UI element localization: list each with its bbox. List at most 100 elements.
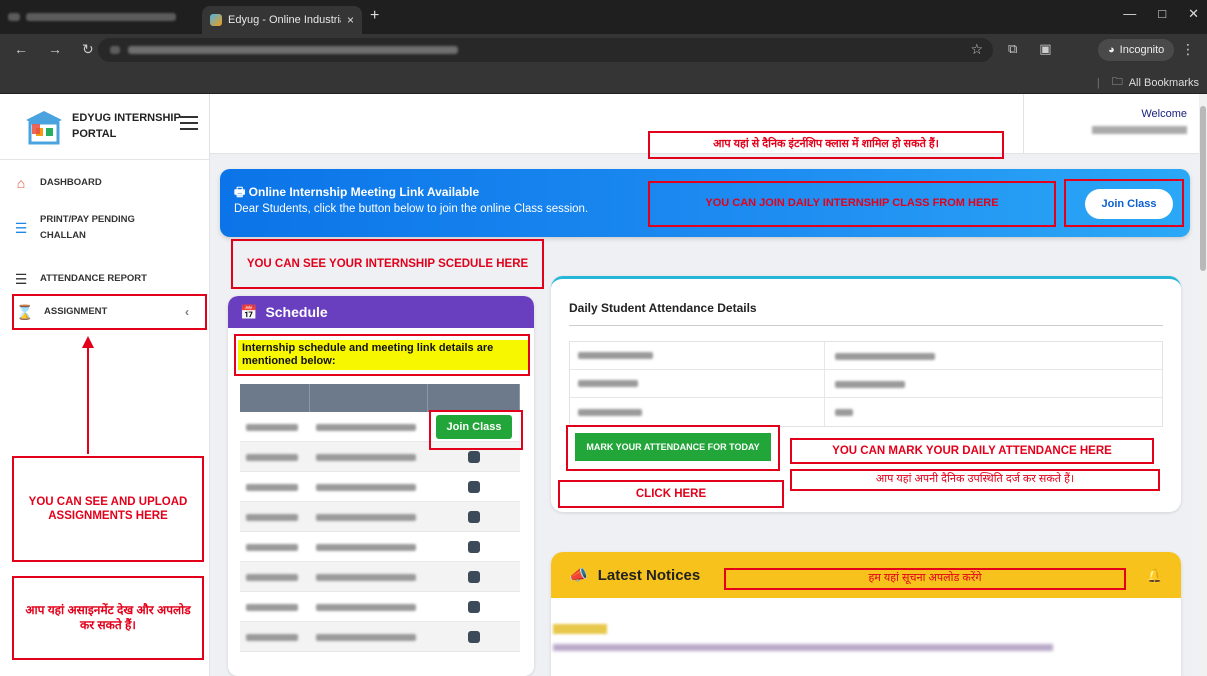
incognito-badge[interactable]: ◕ Incognito (1098, 39, 1175, 61)
action-icon[interactable] (468, 540, 480, 553)
sidebar-item-label: ASSIGNMENT (44, 306, 108, 317)
forward-icon[interactable]: → (48, 41, 62, 58)
sidebar-item-print-pay-challan[interactable]: ☰ PRINT/PAY PENDING CHALLAN (12, 210, 207, 246)
scrollbar-thumb[interactable] (1200, 106, 1206, 271)
action-icon[interactable] (468, 480, 480, 493)
page-scrollbar[interactable] (1199, 94, 1207, 676)
action-icon[interactable] (468, 630, 480, 643)
annotation-mark-daily: YOU CAN MARK YOUR DAILY ATTENDANCE HERE (790, 438, 1154, 464)
home-icon: ⌂ (16, 175, 26, 191)
annotation-click-here: CLICK HERE (558, 480, 784, 508)
user-name (1092, 126, 1187, 134)
active-tab[interactable]: Edyug - Online Industrial Traini × (202, 6, 362, 34)
reload-icon[interactable]: ↻ (82, 41, 94, 58)
annotation-hindi-notice: हम यहां सूचना अपलोड करेंगे (724, 568, 1126, 590)
close-icon[interactable]: ✕ (1188, 6, 1199, 22)
address-bar[interactable]: ☆ (98, 38, 993, 62)
table-row (240, 622, 520, 652)
annotation-see-upload: YOU CAN SEE AND UPLOAD ASSIGNMENTS HERE (12, 456, 204, 562)
site-favicon-icon (210, 14, 222, 26)
annotation-hindi-join: आप यहां से दैनिक इंटर्नशिप क्लास में शाम… (648, 131, 1004, 159)
edyug-logo-icon (26, 111, 62, 145)
tab-title: Edyug - Online Industrial Traini (228, 14, 341, 26)
table-row (240, 472, 520, 502)
table-row (240, 502, 520, 532)
window-controls: — □ ✕ (1123, 6, 1199, 22)
schedule-title: Schedule (265, 304, 328, 320)
annotation-arrow-icon (82, 336, 94, 454)
table-row (240, 562, 520, 592)
list-ordered-icon: ☰ (14, 219, 28, 236)
attendance-title: Daily Student Attendance Details (569, 301, 757, 315)
sidebar-item-label: PRINT/PAY PENDING CHALLAN (40, 214, 135, 241)
maximize-icon[interactable]: □ (1158, 6, 1166, 22)
welcome-box: Welcome (1023, 94, 1199, 154)
web-page: EDYUG INTERNSHIP PORTAL ⌂ DASHBOARD ☰ PR… (0, 94, 1199, 676)
new-tab-button[interactable]: + (370, 7, 379, 25)
minimize-icon[interactable]: — (1123, 6, 1136, 22)
chevron-left-icon: ‹ (185, 305, 189, 319)
action-icon[interactable] (468, 570, 480, 583)
bookmarks-bar: | 🗀 All Bookmarks (0, 66, 1207, 94)
inactive-tab[interactable] (8, 8, 198, 26)
hourglass-icon: ⌛ (16, 303, 34, 320)
sidebar-item-label: ATTENDANCE REPORT (40, 273, 147, 284)
folder-icon: 🗀 (1111, 76, 1123, 88)
annotation-schedule-note-highlight (234, 334, 530, 376)
back-icon[interactable]: ← (14, 41, 28, 58)
tab-close-icon[interactable]: × (347, 13, 354, 27)
extensions-icon[interactable]: ⧉ (1008, 41, 1017, 57)
annotation-see-schedule: YOU CAN SEE YOUR INTERNSHIP SCEDULE HERE (231, 239, 544, 289)
schedule-header: 📅 Schedule (228, 296, 534, 328)
incognito-label: Incognito (1119, 44, 1165, 56)
nav-buttons: ← → ↻ (14, 41, 94, 58)
divider: | (1096, 76, 1100, 89)
site-info-icon[interactable] (110, 46, 120, 54)
megaphone-icon: 📣 (569, 567, 588, 584)
notices-title: Latest Notices (597, 566, 701, 584)
printer-icon: 🖶 (234, 185, 246, 199)
bell-icon[interactable]: 🔔 (1147, 568, 1163, 584)
annotation-schedule-join-highlight (429, 410, 523, 450)
banner-subtitle: Dear Students, click the button below to… (234, 203, 589, 215)
attendance-details-table (569, 341, 1163, 427)
all-bookmarks-label: All Bookmarks (1128, 76, 1199, 89)
notice-badge (553, 624, 607, 634)
welcome-text: Welcome (1141, 108, 1187, 120)
table-row (570, 342, 1162, 370)
incognito-icon: ◕ (1108, 44, 1115, 56)
divider (569, 325, 1163, 326)
browser-tab-strip: Edyug - Online Industrial Traini × + — □… (0, 0, 1207, 34)
all-bookmarks[interactable]: | 🗀 All Bookmarks (1097, 73, 1199, 92)
url-text (128, 46, 458, 54)
calendar-icon: 📅 (240, 303, 258, 320)
table-row (240, 592, 520, 622)
toolbar-icons: ⧉ ▣ (1008, 41, 1052, 57)
sidebar-item-dashboard[interactable]: ⌂ DASHBOARD (12, 172, 207, 194)
table-row (570, 398, 1162, 426)
hamburger-menu-icon[interactable] (180, 116, 198, 134)
sidebar-item-attendance-report[interactable]: ☰ ATTENDANCE REPORT (12, 268, 207, 290)
action-icon[interactable] (468, 510, 480, 523)
annotation-mark-button-highlight (566, 425, 780, 471)
schedule-table-header (240, 384, 520, 412)
browser-toolbar: ← → ↻ ☆ ⧉ ▣ ◕ Incognito ⋮ (0, 34, 1207, 66)
banner-title: 🖶 Online Internship Meeting Link Availab… (234, 185, 480, 199)
sidebar-item-label: DASHBOARD (40, 177, 102, 188)
sidebar-item-assignment[interactable]: ⌛ ASSIGNMENT ‹ (12, 294, 207, 330)
annotation-hindi-assign: आप यहां असाइनमेंट देख और अपलोड कर सकते ह… (12, 576, 204, 660)
list-ordered-icon: ☰ (14, 270, 28, 287)
action-icon[interactable] (468, 450, 480, 463)
notice-text[interactable] (553, 644, 1053, 651)
table-row (240, 532, 520, 562)
annotation-hindi-mark: आप यहां अपनी दैनिक उपस्थिति दर्ज कर सकते… (790, 469, 1160, 491)
bookmark-star-icon[interactable]: ☆ (970, 41, 983, 58)
tab-search-icon[interactable]: ▣ (1039, 41, 1051, 57)
annotation-join-daily: YOU CAN JOIN DAILY INTERNSHIP CLASS FROM… (648, 181, 1056, 227)
brand: EDYUG INTERNSHIP PORTAL (0, 94, 210, 160)
brand-name: EDYUG INTERNSHIP PORTAL (72, 112, 181, 140)
table-row (570, 370, 1162, 398)
browser-menu-icon[interactable]: ⋮ (1181, 41, 1195, 58)
annotation-join-button-highlight (1064, 179, 1184, 227)
action-icon[interactable] (468, 600, 480, 613)
